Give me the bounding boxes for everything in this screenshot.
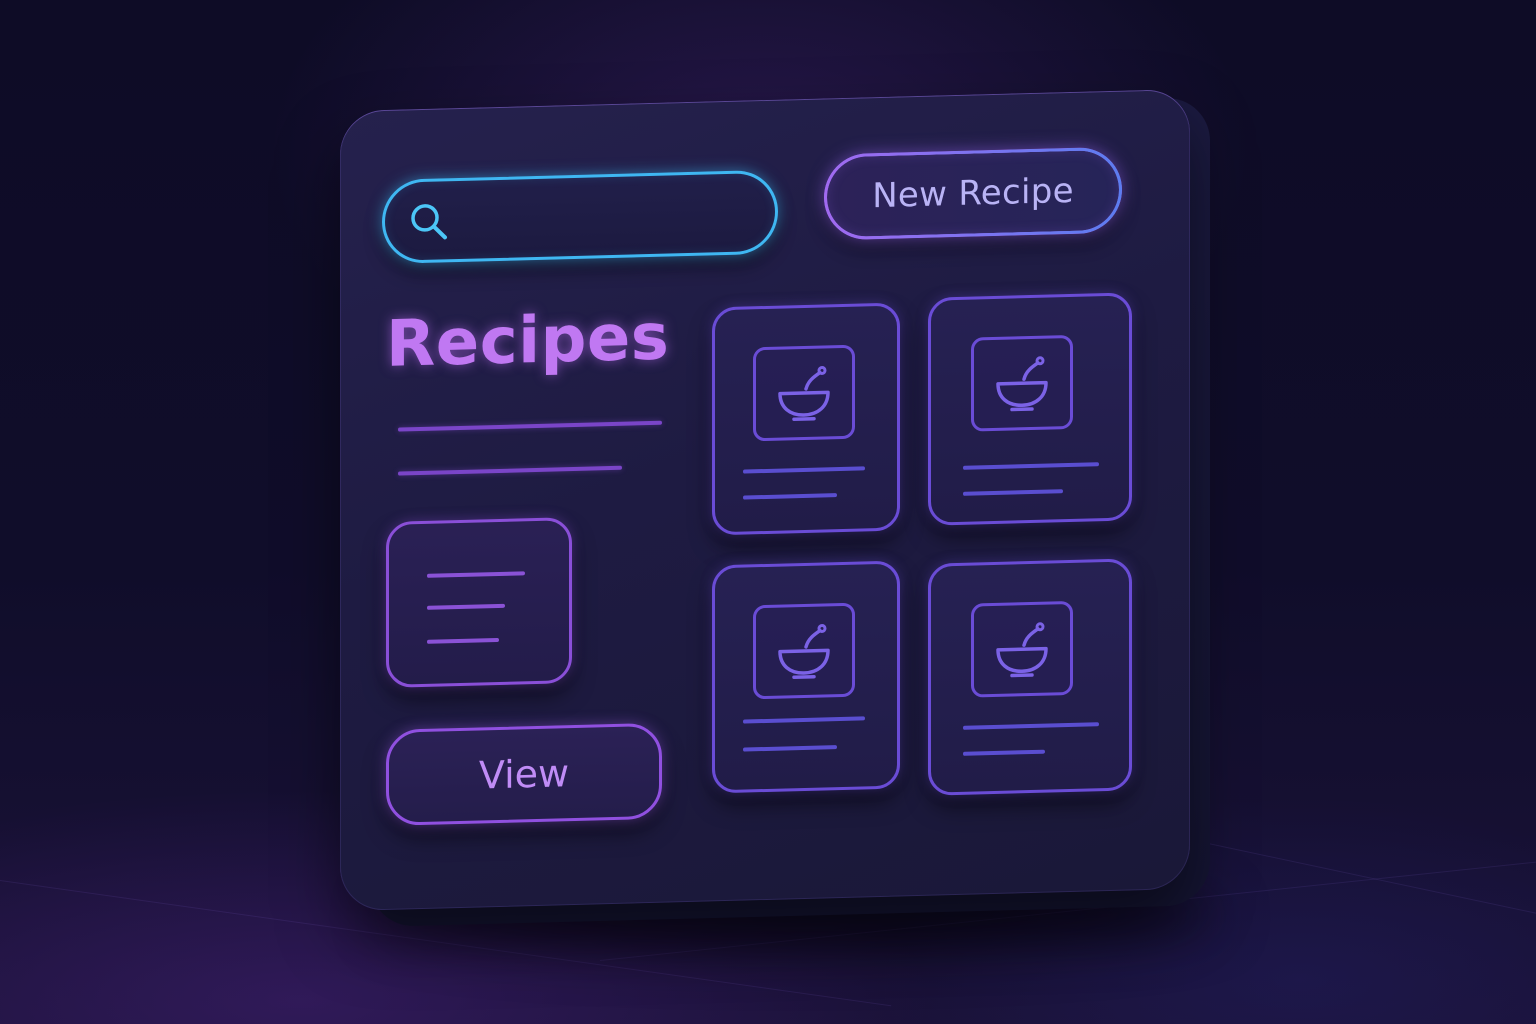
recipe-thumbnail: [971, 334, 1073, 432]
recipe-card[interactable]: [928, 558, 1132, 796]
summary-line: [427, 603, 505, 610]
search-input[interactable]: [463, 191, 757, 245]
recipe-app-panel: New Recipe Recipes View: [340, 88, 1190, 912]
view-button[interactable]: View: [386, 722, 662, 826]
description-line: [398, 420, 662, 432]
new-recipe-button[interactable]: New Recipe: [824, 146, 1122, 241]
recipe-card[interactable]: [712, 302, 900, 536]
bowl-icon: [778, 624, 830, 679]
bowl-icon: [996, 356, 1048, 412]
recipe-card-line: [743, 493, 837, 500]
scene-background: New Recipe Recipes View: [0, 0, 1536, 1024]
summary-line: [427, 637, 499, 644]
recipe-card-line: [963, 722, 1099, 730]
recipe-thumbnail: [753, 602, 855, 700]
recipe-card[interactable]: [712, 560, 900, 794]
description-line: [398, 465, 622, 476]
recipe-card[interactable]: [928, 292, 1132, 526]
recipe-card-line: [963, 489, 1063, 496]
recipe-thumbnail: [971, 600, 1073, 698]
bowl-icon: [778, 366, 830, 421]
recipe-card-line: [743, 745, 837, 752]
bowl-icon: [996, 622, 1048, 678]
search-bar[interactable]: [382, 169, 778, 265]
recipe-summary-card[interactable]: [386, 517, 572, 688]
recipe-card-line: [743, 466, 865, 474]
recipe-card-line: [743, 716, 865, 724]
summary-line: [427, 571, 525, 578]
recipe-thumbnail: [753, 344, 855, 442]
recipe-card-line: [963, 462, 1099, 470]
recipe-card-line: [963, 749, 1045, 756]
page-title: Recipes: [386, 300, 670, 382]
search-icon: [411, 204, 447, 240]
